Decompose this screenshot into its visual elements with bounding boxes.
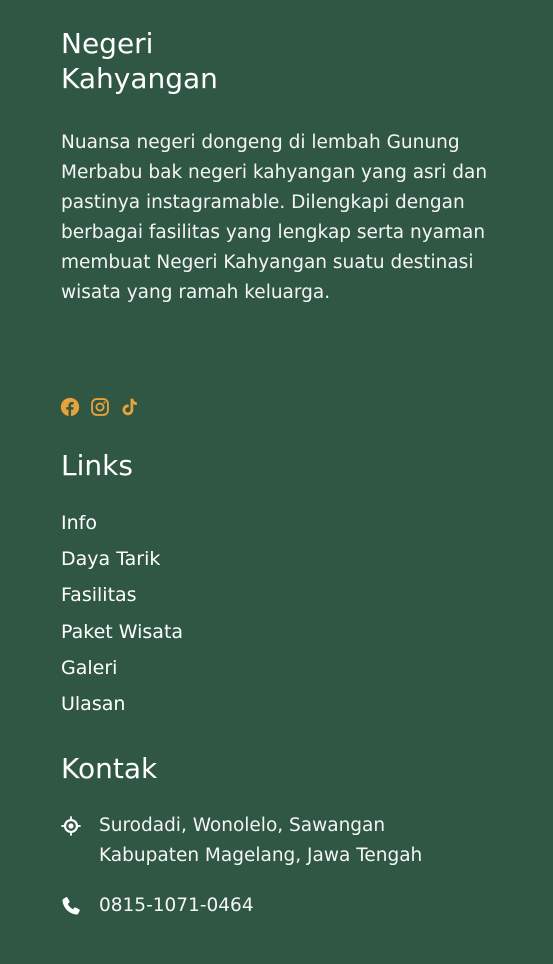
instagram-icon xyxy=(91,398,109,416)
footer-links: Info Daya Tarik Fasilitas Paket Wisata G… xyxy=(61,506,183,723)
social-links xyxy=(60,396,140,418)
address-text: Surodadi, Wonolelo, Sawangan Kabupaten M… xyxy=(99,811,422,871)
footer-link-paket-wisata[interactable]: Paket Wisata xyxy=(61,615,183,651)
facebook-link[interactable] xyxy=(60,396,80,418)
brand-description: Nuansa negeri dongeng di lembah Gunung M… xyxy=(61,132,488,303)
phone-icon xyxy=(60,895,82,917)
brand-title-line2: Kahyangan xyxy=(61,62,218,95)
contact-phone: 0815-1071-0464 xyxy=(60,891,254,921)
address-line1: Surodadi, Wonolelo, Sawangan xyxy=(99,815,386,836)
contact-address: Surodadi, Wonolelo, Sawangan Kabupaten M… xyxy=(60,811,422,871)
links-title: Links xyxy=(61,449,133,482)
footer-link-ulasan[interactable]: Ulasan xyxy=(61,687,183,723)
footer-link-daya-tarik[interactable]: Daya Tarik xyxy=(61,542,183,578)
facebook-icon xyxy=(60,397,80,417)
tiktok-icon xyxy=(122,398,137,416)
address-line2: Kabupaten Magelang, Jawa Tengah xyxy=(99,845,423,866)
brand-title: Negeri Kahyangan xyxy=(61,26,361,96)
instagram-link[interactable] xyxy=(90,396,110,418)
location-icon xyxy=(60,815,82,837)
brand-title-line1: Negeri xyxy=(61,27,154,60)
phone-number[interactable]: 0815-1071-0464 xyxy=(99,891,254,921)
footer-link-info[interactable]: Info xyxy=(61,506,183,542)
footer-link-galeri[interactable]: Galeri xyxy=(61,651,183,687)
site-footer: Negeri Kahyangan Nuansa negeri dongeng d… xyxy=(0,0,553,964)
tiktok-link[interactable] xyxy=(120,396,140,418)
contact-title: Kontak xyxy=(61,752,158,785)
footer-link-fasilitas[interactable]: Fasilitas xyxy=(61,578,183,614)
